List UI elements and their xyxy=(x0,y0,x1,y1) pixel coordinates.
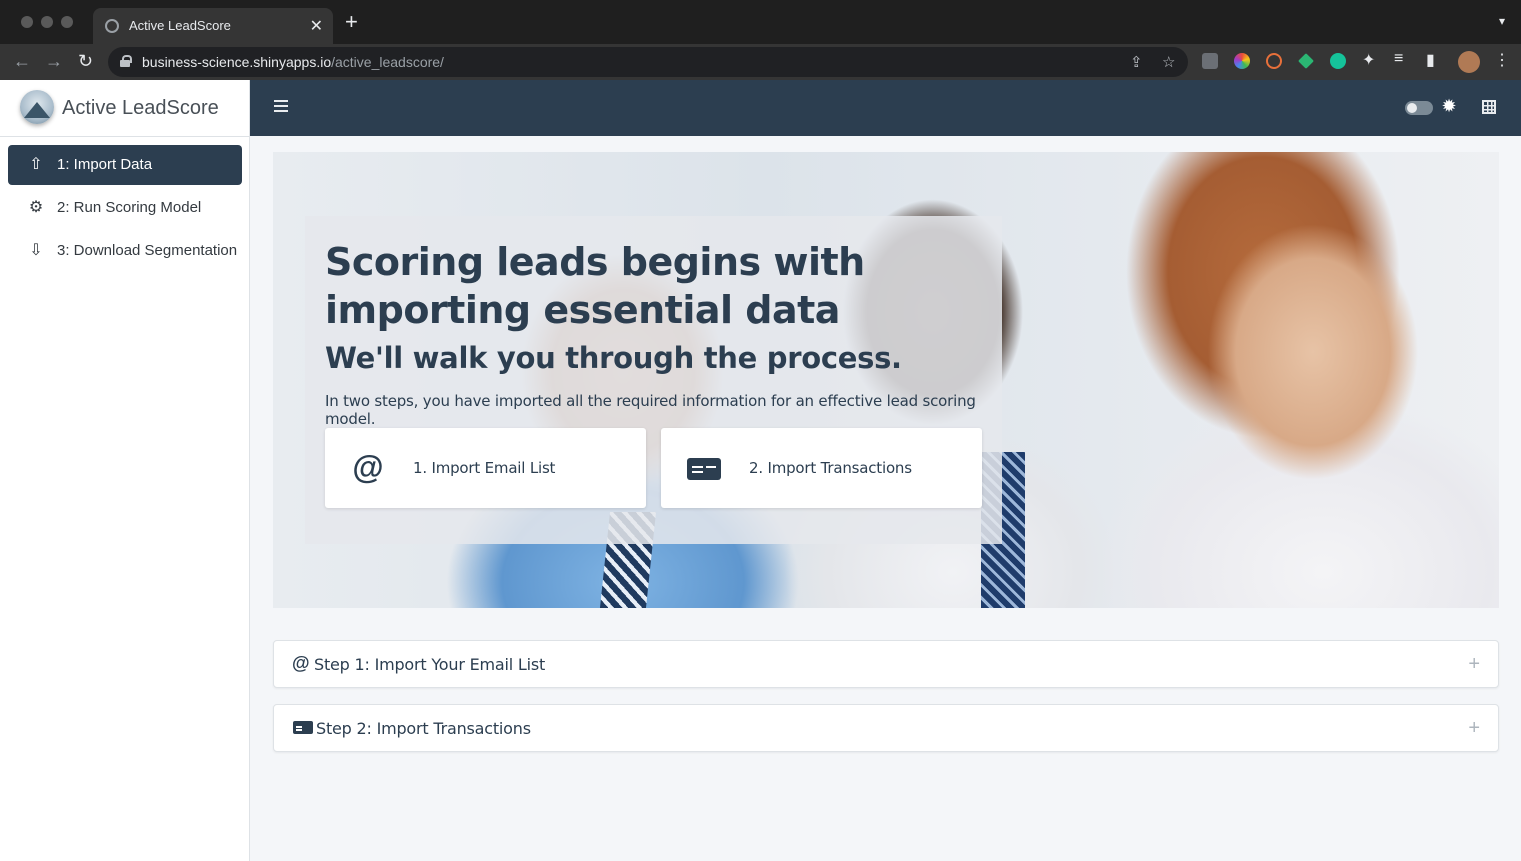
hamburger-icon[interactable] xyxy=(274,100,288,114)
sidebar-item-run-scoring-model[interactable]: ⚙ 2: Run Scoring Model xyxy=(8,188,242,228)
gears-icon: ⚙ xyxy=(28,199,44,216)
browser-menu-icon[interactable]: ⋮ xyxy=(1494,50,1510,70)
reload-icon[interactable]: ↻ xyxy=(78,51,93,71)
top-navbar: ✹ xyxy=(250,80,1521,136)
card-label: 2. Import Transactions xyxy=(749,459,912,477)
theme-toggle[interactable] xyxy=(1405,101,1433,115)
close-tab-icon[interactable]: ✕ xyxy=(310,16,323,36)
tab-search-chevron-icon[interactable]: ▾ xyxy=(1499,14,1505,28)
globe-icon xyxy=(105,19,119,33)
color-extension-icon[interactable] xyxy=(1234,53,1250,69)
grid-icon[interactable] xyxy=(1482,100,1496,114)
accordion-step-2[interactable]: Step 2: Import Transactions + xyxy=(273,704,1499,752)
download-icon: ⇩ xyxy=(29,242,43,259)
brand[interactable]: Active LeadScore xyxy=(0,80,250,137)
window-zoom-dot[interactable] xyxy=(61,16,73,28)
browser-tab-strip: Active LeadScore ✕ + ▾ xyxy=(0,0,1521,44)
at-icon: @ xyxy=(292,653,310,673)
tab-title: Active LeadScore xyxy=(129,18,231,33)
import-email-list-card[interactable]: @ 1. Import Email List xyxy=(325,428,646,508)
back-icon[interactable]: ← xyxy=(13,51,31,71)
expand-plus-icon[interactable]: + xyxy=(1468,718,1480,738)
hero-description: In two steps, you have imported all the … xyxy=(325,392,976,428)
hero-banner: Scoring leads begins with importing esse… xyxy=(273,152,1499,608)
window-minimize-dot[interactable] xyxy=(41,16,53,28)
bookmark-star-icon[interactable]: ☆ xyxy=(1162,53,1175,71)
sidebar-item-label: 2: Run Scoring Model xyxy=(57,199,202,216)
accordion-title: Step 2: Import Transactions xyxy=(316,719,531,738)
hero-title: Scoring leads begins with importing esse… xyxy=(325,240,865,332)
card-label: 1. Import Email List xyxy=(413,459,556,477)
accordion-title: Step 1: Import Your Email List xyxy=(314,655,546,674)
sidebar-item-label: 1: Import Data xyxy=(57,156,153,173)
expand-plus-icon[interactable]: + xyxy=(1468,654,1480,674)
forward-icon[interactable]: → xyxy=(45,51,63,71)
grammarly-icon[interactable] xyxy=(1330,53,1346,69)
extensions-puzzle-icon[interactable]: ✦ xyxy=(1362,50,1375,70)
url-path: /active_leadscore/ xyxy=(331,54,444,70)
import-transactions-card[interactable]: 2. Import Transactions xyxy=(661,428,982,508)
hero-panel: Scoring leads begins with importing esse… xyxy=(305,216,1002,544)
id-card-icon xyxy=(293,721,313,734)
upload-icon: ⇧ xyxy=(29,156,43,173)
devtools-extension-icon[interactable] xyxy=(1202,53,1218,69)
url-domain: business-science.shinyapps.io xyxy=(142,54,332,70)
new-tab-icon[interactable]: + xyxy=(345,11,358,33)
hero-subtitle: We'll walk you through the process. xyxy=(325,341,902,375)
window-close-dot[interactable] xyxy=(21,16,33,28)
sidebar-item-import-data[interactable]: ⇧ 1: Import Data xyxy=(8,145,242,185)
power-extension-icon[interactable] xyxy=(1266,53,1282,69)
address-bar[interactable]: business-science.shinyapps.io/active_lea… xyxy=(108,47,1188,77)
profile-avatar[interactable] xyxy=(1458,51,1480,73)
id-card-icon xyxy=(687,458,721,480)
at-icon: @ xyxy=(352,449,384,485)
vue-extension-icon[interactable] xyxy=(1298,53,1314,69)
lock-icon xyxy=(120,55,132,67)
media-queue-icon[interactable]: ≡ xyxy=(1394,50,1403,68)
url-text: business-science.shinyapps.io/active_lea… xyxy=(142,54,444,70)
browser-tab[interactable]: Active LeadScore ✕ xyxy=(93,8,333,44)
logo-icon xyxy=(20,90,54,124)
brand-title: Active LeadScore xyxy=(62,97,219,119)
share-icon[interactable]: ⇪ xyxy=(1130,53,1143,71)
sidebar: Active LeadScore ⇧ 1: Import Data ⚙ 2: R… xyxy=(0,80,250,861)
browser-toolbar: ← → ↻ business-science.shinyapps.io/acti… xyxy=(0,44,1521,80)
side-panel-icon[interactable]: ▮ xyxy=(1426,50,1435,70)
sidebar-item-label: 3: Download Segmentation xyxy=(57,242,238,259)
sun-icon[interactable]: ✹ xyxy=(1440,97,1458,115)
sidebar-item-download-segmentation[interactable]: ⇩ 3: Download Segmentation xyxy=(8,231,242,271)
accordion-step-1[interactable]: @ Step 1: Import Your Email List + xyxy=(273,640,1499,688)
